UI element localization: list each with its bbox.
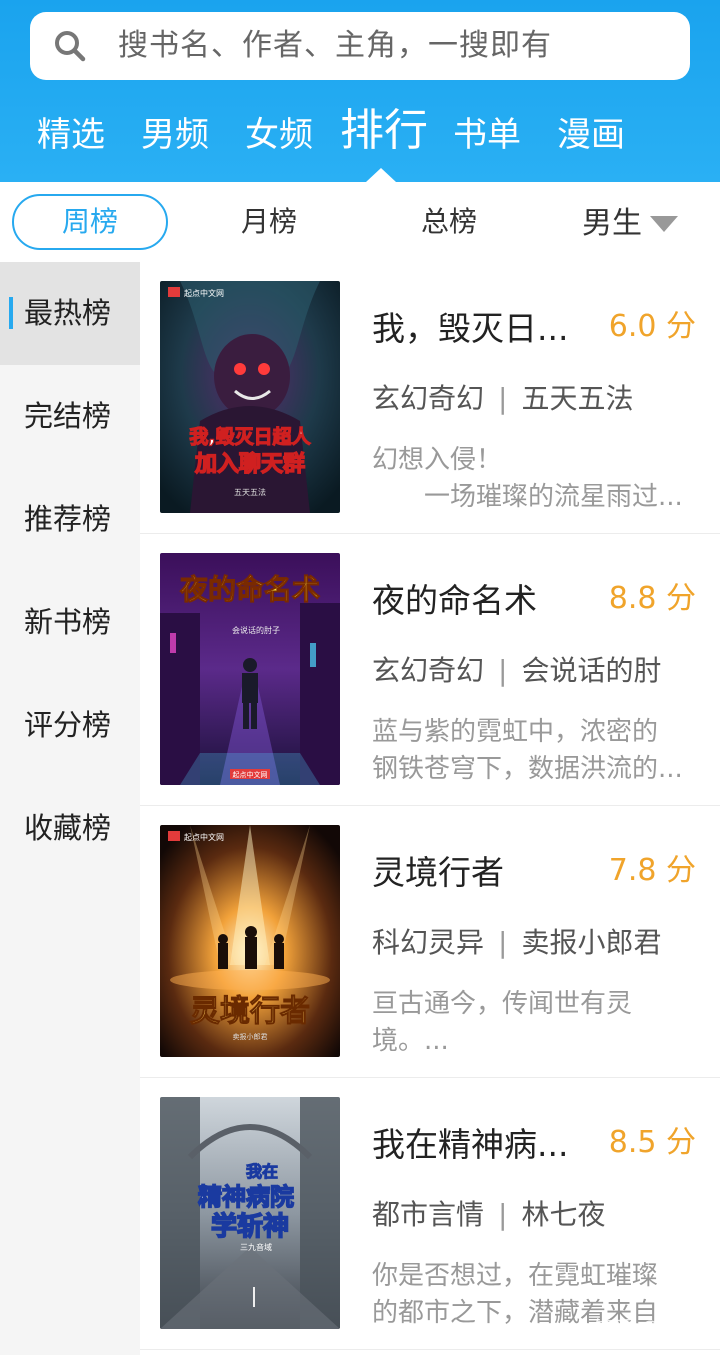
book-meta: 都市言情 | 林七夜 (372, 1194, 605, 1236)
book-description: 幻想入侵！ 一场璀璨的流星雨过... (372, 442, 702, 516)
cover-title-line0: 我在 (246, 1162, 278, 1181)
tab-booklist[interactable]: 书单 (453, 100, 521, 170)
cover-title-line1: 精神病院 (198, 1183, 294, 1211)
book-meta: 玄幻奇幻 | 会说话的肘 (372, 650, 661, 692)
book-genre: 玄幻奇幻 (372, 382, 485, 415)
cover-publisher: 起点中文网 (184, 288, 224, 298)
sidebar-item-label: 新书榜 (24, 605, 112, 639)
cover-title-line1: 夜的命名术 (179, 573, 320, 606)
book-score: 6.0 分 (608, 309, 696, 344)
desc-line: 亘古通今，传闻世有灵 (372, 989, 633, 1019)
sidebar-item-favorites[interactable]: 收藏榜 (0, 777, 140, 880)
tab-comics[interactable]: 漫画 (557, 100, 625, 170)
cover-title-line1: 我,毁灭日超人 (189, 425, 311, 448)
book-score: 8.8 分 (608, 581, 696, 616)
tab-featured[interactable]: 精选 (37, 100, 105, 170)
tab-total[interactable]: 总榜 (421, 194, 477, 250)
sidebar-item-label: 推荐榜 (24, 502, 112, 536)
book-item[interactable]: 我在 精神病院 学斩神 三九音域 我在精神病... 8.5 分 都市言情 | 林七夜… (140, 1078, 720, 1350)
search-bar[interactable]: 搜书名、作者、主角，一搜即有 (30, 12, 690, 80)
search-icon (55, 31, 86, 62)
sidebar-item-label: 最热榜 (24, 296, 112, 330)
separator: | (498, 926, 508, 959)
sidebar-item-recommended[interactable]: 推荐榜 (0, 468, 140, 571)
desc-line: 你是否想过，在霓虹璀璨 (372, 1261, 659, 1291)
dropdown-arrow-icon[interactable] (650, 216, 678, 232)
cover-publisher: 起点中文网 (184, 832, 224, 842)
sidebar-item-label: 完结榜 (24, 399, 112, 433)
active-indicator (9, 297, 13, 329)
separator: | (498, 382, 508, 415)
watermark: 知乎 @时守 (594, 1316, 701, 1340)
book-item[interactable]: 起点中文网 灵境行者 卖报小郎君 灵境行者 7.8 分 科幻灵异 | 卖报小郎君 亘… (140, 806, 720, 1078)
publisher-logo (168, 831, 180, 841)
book-author: 卖报小郎君 (521, 926, 662, 959)
desc-line: 境。... (372, 1026, 449, 1056)
book-item[interactable]: 起点中文网 我,毁灭日超人 加入聊天群 五天五法 我，毁灭日... 6.0 分 … (140, 262, 720, 534)
publisher-logo (168, 287, 180, 297)
desc-line: 钢铁苍穹下，数据洪流的... (372, 754, 683, 784)
sidebar-item-new[interactable]: 新书榜 (0, 571, 140, 674)
cover-publisher: 起点中文网 (233, 770, 268, 779)
sidebar-item-label: 收藏榜 (24, 811, 112, 845)
search-placeholder: 搜书名、作者、主角，一搜即有 (118, 28, 552, 63)
tab-ranking[interactable]: 排行 (340, 96, 428, 166)
sidebar-item-hottest[interactable]: 最热榜 (0, 262, 140, 365)
channel-tabs: 精选 男频 女频 排行 书单 漫画 (0, 100, 720, 182)
book-title[interactable]: 我，毁灭日... (372, 306, 602, 352)
tab-weekly[interactable]: 周榜 (12, 194, 168, 250)
book-description: 蓝与紫的霓虹中，浓密的 钢铁苍穹下，数据洪流的... (372, 714, 702, 788)
separator: | (498, 654, 508, 687)
active-tab-indicator (366, 168, 396, 182)
book-author: 林七夜 (521, 1198, 606, 1231)
book-author: 会说话的肘 (521, 654, 662, 687)
separator: | (498, 1198, 508, 1231)
gender-select[interactable]: 男生 (582, 196, 642, 252)
sidebar-item-completed[interactable]: 完结榜 (0, 365, 140, 468)
ranking-period-tabs: 周榜 月榜 总榜 男生 (0, 182, 720, 262)
book-genre: 玄幻奇幻 (372, 654, 485, 687)
cover-author: 会说话的肘子 (232, 625, 280, 635)
sidebar-item-label: 评分榜 (24, 708, 112, 742)
cover-title-line2: 学斩神 (211, 1211, 289, 1242)
book-genre: 科幻灵异 (372, 926, 485, 959)
book-meta: 玄幻奇幻 | 五天五法 (372, 378, 633, 420)
top-header: 搜书名、作者、主角，一搜即有 精选 男频 女频 排行 书单 漫画 (0, 0, 720, 182)
book-title[interactable]: 灵境行者 (372, 850, 602, 896)
book-score: 8.5 分 (608, 1125, 696, 1160)
tab-monthly[interactable]: 月榜 (241, 194, 297, 250)
book-cover[interactable]: 我在 精神病院 学斩神 三九音域 (160, 1097, 340, 1329)
book-meta: 科幻灵异 | 卖报小郎君 (372, 922, 661, 964)
tab-male[interactable]: 男频 (141, 100, 209, 170)
desc-line: 一场璀璨的流星雨过... (372, 482, 683, 512)
book-cover[interactable]: 起点中文网 我,毁灭日超人 加入聊天群 五天五法 (160, 281, 340, 513)
sidebar-item-rating[interactable]: 评分榜 (0, 674, 140, 777)
book-author: 五天五法 (521, 382, 634, 415)
cover-author: 五天五法 (234, 487, 266, 497)
ranking-sidebar: 最热榜 完结榜 推荐榜 新书榜 评分榜 收藏榜 (0, 262, 140, 1355)
book-cover[interactable]: 起点中文网 灵境行者 卖报小郎君 (160, 825, 340, 1057)
tab-female[interactable]: 女频 (245, 100, 313, 170)
book-title[interactable]: 我在精神病... (372, 1122, 602, 1168)
desc-line: 蓝与紫的霓虹中，浓密的 (372, 717, 659, 747)
cover-author: 三九音域 (240, 1242, 272, 1252)
book-title[interactable]: 夜的命名术 (372, 578, 602, 624)
book-cover[interactable]: 夜的命名术 会说话的肘子 起点中文网 (160, 553, 340, 785)
cover-title-line2: 加入聊天群 (194, 451, 305, 477)
book-description: 亘古通今，传闻世有灵 境。... (372, 986, 702, 1060)
desc-line: 幻想入侵！ (372, 445, 503, 475)
book-item[interactable]: 夜的命名术 会说话的肘子 起点中文网 夜的命名术 8.8 分 玄幻奇幻 | 会说话的… (140, 534, 720, 806)
cover-author: 卖报小郎君 (233, 1032, 268, 1041)
book-score: 7.8 分 (608, 853, 696, 888)
book-genre: 都市言情 (372, 1198, 485, 1231)
cover-title-line1: 灵境行者 (190, 994, 310, 1029)
